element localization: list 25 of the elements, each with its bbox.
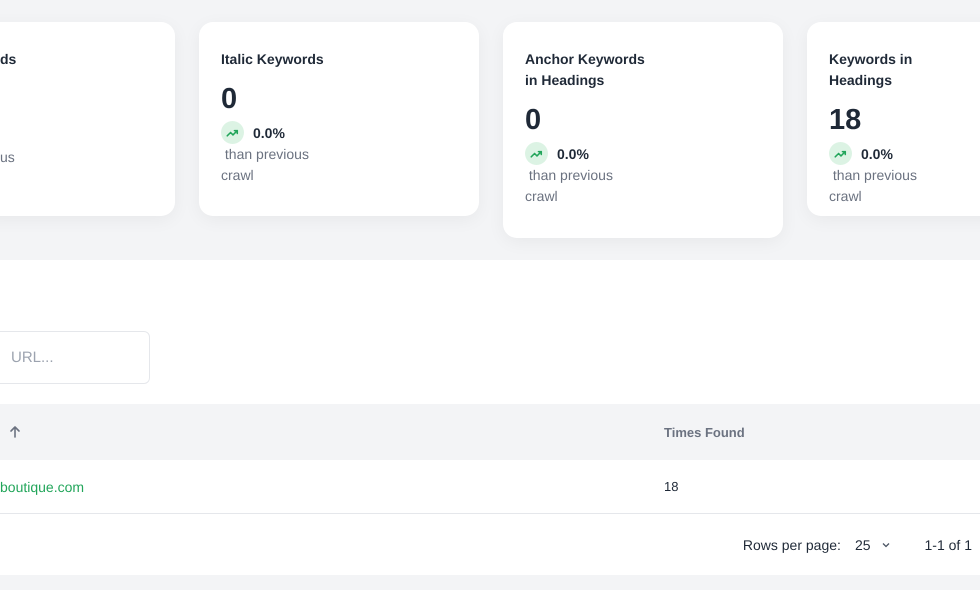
rows-per-page-select[interactable]: 25: [854, 536, 891, 552]
change-percent: 0.0%: [861, 146, 893, 162]
card-caption: than previous crawl: [525, 166, 614, 206]
sort-up-icon[interactable]: [8, 425, 22, 439]
card-value: 0: [221, 82, 238, 116]
card-caption: than previous crawl: [829, 166, 918, 206]
trend-up-icon: [829, 142, 852, 165]
change-percent: 0.0%: [557, 146, 589, 162]
card-title: Italic Keywords: [221, 50, 325, 69]
rows-per-page-label: Rows per page:: [742, 536, 841, 552]
search-field[interactable]: URL...: [0, 331, 150, 384]
card-title: ds: [0, 50, 18, 69]
trend-up-icon: [525, 142, 548, 165]
card-value: 18: [829, 103, 862, 137]
change-percent: 0.0%: [253, 124, 285, 140]
table-cell: 18: [664, 479, 678, 494]
card-title: Keywords in Headings: [829, 50, 914, 90]
trend-up-icon: [221, 121, 244, 144]
page-range: 1-1 of 1: [924, 536, 972, 552]
url-link[interactable]: boutique.com: [0, 478, 84, 494]
card-value: 0: [525, 103, 542, 137]
card-title: Anchor Keywords in Headings: [525, 50, 646, 90]
column-header[interactable]: Times Found: [664, 424, 745, 440]
card-caption: than previous crawl: [221, 145, 310, 185]
card-caption: us: [0, 148, 16, 167]
